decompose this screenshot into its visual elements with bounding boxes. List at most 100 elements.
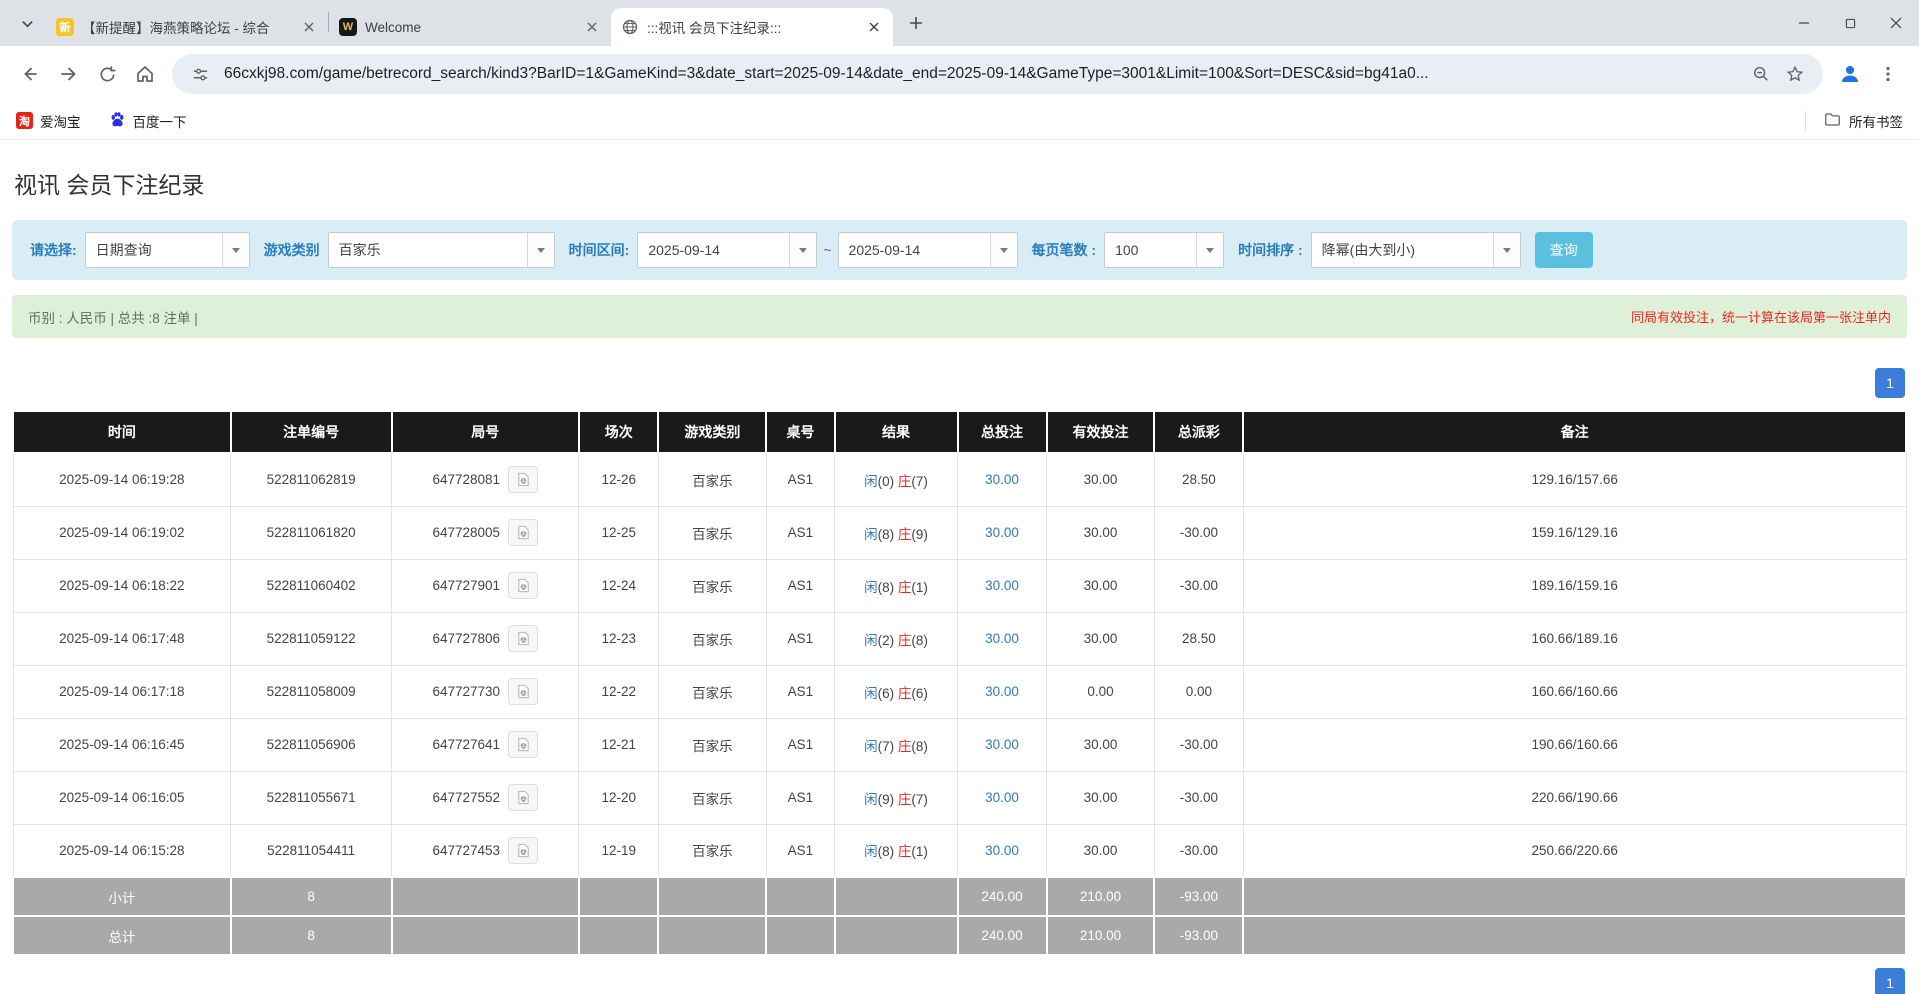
page-1-button[interactable]: 1 [1875, 968, 1905, 994]
bookmark-label: 爱淘宝 [40, 111, 81, 131]
date-start-select[interactable]: 2025-09-14 [637, 232, 817, 268]
bookmark-star-icon[interactable] [1781, 60, 1809, 88]
cell-round-id: 647727806 [392, 612, 579, 665]
cell-table-no: AS1 [766, 559, 834, 612]
game-kind-select[interactable]: 百家乐 [328, 232, 555, 268]
column-header: 结果 [835, 411, 958, 453]
tab-welcome[interactable]: W Welcome [329, 8, 611, 46]
cell-total-bet[interactable]: 30.00 [958, 453, 1047, 506]
close-window-button[interactable] [1873, 0, 1919, 46]
video-replay-icon[interactable] [508, 784, 538, 811]
table-row: 2025-09-14 06:19:02522811061820647728005… [13, 506, 1906, 559]
date-end-select[interactable]: 2025-09-14 [838, 232, 1018, 268]
browser-menu-icon[interactable] [1869, 55, 1907, 93]
column-header: 总派彩 [1154, 411, 1243, 453]
forward-button[interactable] [50, 55, 88, 93]
back-button[interactable] [12, 55, 50, 93]
total-label: 总计 [13, 916, 231, 955]
valid-bet-notice-text: 同局有效投注，统一计算在该局第一张注单内 [1631, 307, 1891, 326]
home-button[interactable] [126, 55, 164, 93]
tab-close-icon[interactable] [865, 18, 883, 36]
video-replay-icon[interactable] [508, 519, 538, 546]
cell-bet-id: 522811060402 [231, 559, 392, 612]
video-replay-icon[interactable] [508, 625, 538, 652]
cell-game-kind: 百家乐 [658, 453, 766, 506]
cell-note: 220.66/190.66 [1243, 771, 1906, 824]
query-button[interactable]: 查询 [1535, 232, 1593, 268]
cell-table-no: AS1 [766, 453, 834, 506]
bookmark-label: 百度一下 [133, 111, 187, 131]
column-header: 局号 [392, 411, 579, 453]
subtotal-label: 小计 [13, 877, 231, 916]
video-replay-icon[interactable] [508, 572, 538, 599]
cell-table-no: AS1 [766, 718, 834, 771]
cell-session: 12-20 [579, 771, 659, 824]
cell-total-bet[interactable]: 30.00 [958, 559, 1047, 612]
all-bookmarks[interactable]: 所有书签 [1805, 111, 1903, 131]
bookmarks-divider [1805, 111, 1806, 131]
tab-title: :::视讯 会员下注纪录::: [647, 17, 857, 37]
cell-payout: 28.50 [1154, 612, 1243, 665]
navigation-bar: 66cxkj98.com/game/betrecord_search/kind3… [0, 46, 1919, 102]
cell-total-bet[interactable]: 30.00 [958, 718, 1047, 771]
tab-close-icon[interactable] [583, 18, 601, 36]
select-type-label: 请选择: [30, 240, 77, 260]
cell-payout: -30.00 [1154, 506, 1243, 559]
refresh-button[interactable] [88, 55, 126, 93]
video-replay-icon[interactable] [508, 466, 538, 493]
cell-note: 129.16/157.66 [1243, 453, 1906, 506]
tab-close-icon[interactable] [300, 18, 318, 36]
video-replay-icon[interactable] [508, 731, 538, 758]
cell-total-bet[interactable]: 30.00 [958, 506, 1047, 559]
game-kind-value: 百家乐 [329, 233, 527, 267]
chevron-down-icon [990, 233, 1017, 267]
browser-window: 新 【新提醒】海燕策略论坛 - 综合 W Welcome :::视讯 会员下注纪… [0, 0, 1919, 140]
tab-search-chevron-icon[interactable] [12, 8, 42, 38]
bookmark-baidu[interactable]: 百度一下 [109, 111, 187, 131]
cell-game-kind: 百家乐 [658, 824, 766, 877]
cell-time: 2025-09-14 06:19:28 [13, 453, 231, 506]
address-bar[interactable]: 66cxkj98.com/game/betrecord_search/kind3… [172, 54, 1823, 94]
cell-total-bet[interactable]: 30.00 [958, 771, 1047, 824]
site-info-icon[interactable] [186, 60, 214, 88]
maximize-button[interactable] [1827, 0, 1873, 46]
column-header: 时间 [13, 411, 231, 453]
query-type-select[interactable]: 日期查询 [85, 232, 250, 268]
column-header: 总投注 [958, 411, 1047, 453]
folder-icon [1824, 111, 1841, 131]
profile-avatar-icon[interactable] [1831, 55, 1869, 93]
new-tab-button[interactable] [901, 8, 931, 38]
tab-forum[interactable]: 新 【新提醒】海燕策略论坛 - 综合 [46, 8, 328, 46]
video-replay-icon[interactable] [508, 678, 538, 705]
page-1-button[interactable]: 1 [1875, 368, 1905, 398]
cell-time: 2025-09-14 06:18:22 [13, 559, 231, 612]
video-replay-icon[interactable] [508, 837, 538, 864]
cell-result: 闲(6) 庄(6) [835, 665, 958, 718]
minimize-button[interactable] [1781, 0, 1827, 46]
total-row: 总计 8 240.00 210.00 -93.00 [13, 916, 1906, 955]
cell-result: 闲(8) 庄(9) [835, 506, 958, 559]
per-page-label: 每页笔数 : [1032, 240, 1097, 260]
cell-payout: 0.00 [1154, 665, 1243, 718]
per-page-select[interactable]: 100 [1104, 232, 1224, 268]
cell-session: 12-19 [579, 824, 659, 877]
cell-note: 159.16/129.16 [1243, 506, 1906, 559]
cell-valid-bet: 30.00 [1047, 771, 1155, 824]
cell-total-bet[interactable]: 30.00 [958, 665, 1047, 718]
column-header: 有效投注 [1047, 411, 1155, 453]
cell-total-bet[interactable]: 30.00 [958, 824, 1047, 877]
date-start-value: 2025-09-14 [638, 233, 789, 267]
cell-session: 12-22 [579, 665, 659, 718]
cell-round-id: 647728005 [392, 506, 579, 559]
cell-bet-id: 522811061820 [231, 506, 392, 559]
tab-bet-records[interactable]: :::视讯 会员下注纪录::: [611, 8, 893, 46]
zoom-icon[interactable] [1747, 60, 1775, 88]
url-text[interactable]: 66cxkj98.com/game/betrecord_search/kind3… [224, 65, 1741, 83]
pagination-top: 1 [12, 368, 1905, 398]
table-row: 2025-09-14 06:16:45522811056906647727641… [13, 718, 1906, 771]
sort-select[interactable]: 降幂(由大到小) [1311, 232, 1521, 268]
window-controls [1781, 0, 1919, 46]
table-row: 2025-09-14 06:18:22522811060402647727901… [13, 559, 1906, 612]
bookmark-aitaobao[interactable]: 淘 爱淘宝 [16, 111, 81, 131]
cell-total-bet[interactable]: 30.00 [958, 612, 1047, 665]
